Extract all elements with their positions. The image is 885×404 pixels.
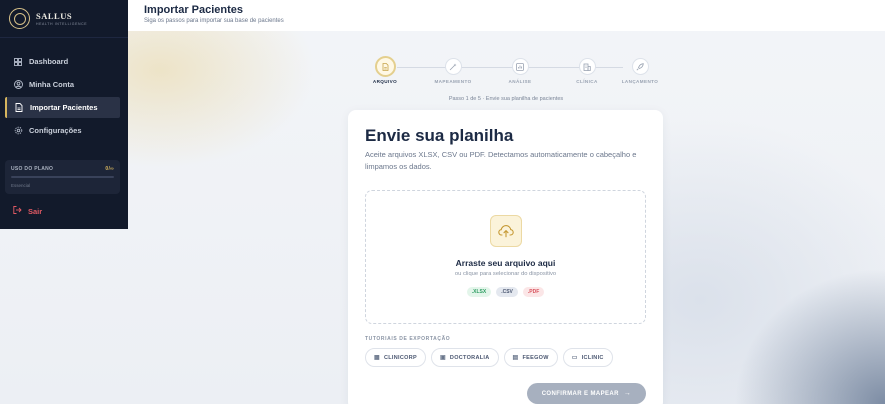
tutorial-iclinic-button[interactable]: ▭ ICLINIC [562,348,613,367]
step-analise[interactable]: ANÁLISE [490,56,550,84]
sidebar-nav: Dashboard Minha Conta Importar Pacientes… [0,38,128,141]
sidebar-item-label: Minha Conta [29,80,74,89]
format-chip-csv: .CSV [496,287,518,297]
tutorial-label: FEEGOW [522,354,549,361]
format-chip-pdf: .PDF [522,287,545,297]
chart-icon [511,58,529,75]
confirm-map-button[interactable]: CONFIRMAR E MAPEAR → [527,383,646,404]
step-lancamento[interactable]: LANÇAMENTO [610,56,670,84]
step-label: MAPEAMENTO [434,79,472,84]
sidebar: SALLUS HEALTH INTELLIGENCE Dashboard Min… [0,0,128,229]
plan-usage-bar [11,176,114,178]
dropzone-subtitle: ou clique para selecionar do dispositivo [454,271,557,277]
step-arquivo[interactable]: ARQUIVO [355,56,415,84]
building-icon [578,58,596,75]
plan-tier: Essencial [11,183,31,188]
wand-icon [444,58,462,75]
file-icon [14,103,24,112]
step-label: LANÇAMENTO [621,79,659,84]
grid-icon: ▤ [512,355,519,361]
file-dropzone[interactable]: Arraste seu arquivo aqui ou clique para … [365,190,646,324]
sidebar-item-configuracoes[interactable]: Configurações [5,120,120,141]
sidebar-item-label: Configurações [29,126,82,135]
logout-button[interactable]: Sair [13,206,42,216]
plan-usage-label: USO DO PLANO [11,166,54,172]
logout-label: Sair [28,206,43,216]
tutorial-clinicorp-button[interactable]: ▦ CLINICORP [365,348,426,367]
brand[interactable]: SALLUS HEALTH INTELLIGENCE [0,0,128,38]
tutorial-label: CLINICORP [383,354,417,361]
page-title: Importar Pacientes [144,4,244,16]
sidebar-item-label: Dashboard [29,57,69,66]
step-label: ARQUIVO [372,79,398,84]
rocket-icon [631,58,649,75]
card-title: Envie sua planilha [365,126,514,145]
gear-icon [13,126,23,135]
cloud-upload-icon [489,215,522,247]
format-chips: .XLSX .CSV .PDF [366,287,645,297]
brand-name: SALLUS [36,11,73,21]
upload-card: Envie sua planilha Aceite arquivos XLSX,… [348,110,663,404]
logout-icon [13,206,22,216]
tutorial-label: ICLINIC [581,354,604,361]
confirm-label: CONFIRMAR E MAPEAR [541,390,619,397]
user-circle-icon [13,80,23,89]
page-subtitle: Siga os passos para importar sua base de… [144,18,284,24]
format-chip-xlsx: .XLSX [466,287,492,297]
brand-tagline: HEALTH INTELLIGENCE [36,22,88,26]
sidebar-item-importar-pacientes[interactable]: Importar Pacientes [5,97,120,118]
step-caption: Passo 1 de 5 · Envie sua planilha de pac… [448,96,564,102]
monitor-icon: ▭ [571,355,578,361]
tutorials-list: ▦ CLINICORP ▣ DOCTORALIA ▤ FEEGOW ▭ ICLI… [365,348,613,367]
sidebar-item-minha-conta[interactable]: Minha Conta [5,74,120,95]
step-mapeamento[interactable]: MAPEAMENTO [423,56,483,84]
sidebar-item-label: Importar Pacientes [30,103,98,112]
grid-icon [13,57,23,66]
file-icon [374,56,396,77]
sallus-logo [9,8,30,29]
page-header: Importar Pacientes Siga os passos para i… [128,0,885,31]
card-description: Aceite arquivos XLSX, CSV ou PDF. Detect… [365,150,637,171]
grid-icon: ▦ [374,355,380,361]
tutorials-title: TUTORIAIS DE EXPORTAÇÃO [365,336,451,342]
calendar-icon: ▣ [439,355,446,361]
sidebar-item-dashboard[interactable]: Dashboard [5,51,120,72]
tutorial-label: DOCTORALIA [449,354,490,361]
step-label: CLÍNICA [576,79,598,84]
plan-usage-card: USO DO PLANO 0/∞ Essencial [5,160,120,194]
arrow-right-icon: → [623,390,632,397]
plan-usage-value: 0/∞ [105,166,114,172]
dropzone-title: Arraste seu arquivo aqui [455,258,556,268]
tutorial-feegow-button[interactable]: ▤ FEEGOW [503,348,558,367]
tutorial-doctoralia-button[interactable]: ▣ DOCTORALIA [430,348,499,367]
step-clinica[interactable]: CLÍNICA [557,56,617,84]
step-label: ANÁLISE [508,79,532,84]
